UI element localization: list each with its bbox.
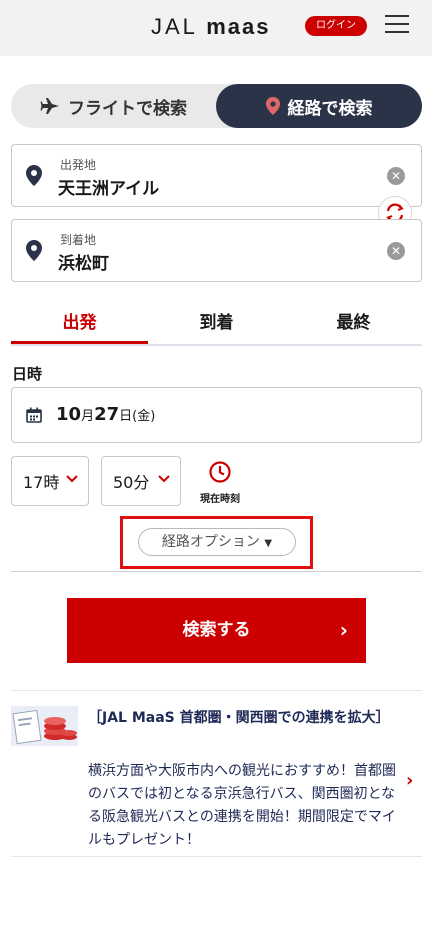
search-mode-toggle: フライトで検索 経路で検索 — [11, 84, 422, 128]
clear-destination-icon[interactable]: ✕ — [387, 242, 405, 260]
date-month-unit: 月 — [81, 409, 95, 424]
tab-arrival[interactable]: 到着 — [148, 304, 285, 344]
chevron-down-icon: ▼ — [264, 538, 273, 549]
tab-last-train[interactable]: 最終 — [285, 304, 422, 344]
hour-select[interactable]: 17時 — [11, 456, 89, 506]
location-pin-icon — [26, 165, 42, 186]
route-search-tab[interactable]: 経路で検索 — [216, 84, 422, 128]
origin-field[interactable]: 出発地 天王洲アイル ✕ — [11, 144, 422, 207]
divider — [11, 690, 422, 691]
chevron-right-icon[interactable]: › — [406, 770, 413, 791]
destination-field[interactable]: 到着地 浜松町 ✕ — [11, 219, 422, 282]
chevron-down-icon — [66, 475, 78, 483]
current-time-button[interactable]: 現在時刻 — [196, 460, 244, 505]
news-thumbnail-icon — [11, 706, 78, 746]
calendar-icon — [26, 407, 42, 423]
airplane-icon — [40, 98, 59, 114]
date-month: 10 — [56, 404, 82, 425]
logo-jal: JAL — [151, 14, 198, 39]
flight-search-tab[interactable]: フライトで検索 — [11, 84, 216, 128]
origin-label: 出発地 — [60, 158, 97, 172]
jal-maas-logo[interactable]: JAL maas — [151, 14, 271, 40]
origin-value: 天王洲アイル — [58, 179, 160, 199]
hour-value: 17時 — [23, 473, 60, 492]
datetime-label: 日時 — [12, 365, 43, 383]
route-options-button[interactable]: 経路オプション ▼ — [138, 528, 296, 556]
location-pin-icon — [26, 240, 42, 261]
divider — [11, 856, 422, 857]
news-thumbnail[interactable] — [11, 706, 78, 746]
app-header: JAL maas ログイン — [0, 0, 432, 56]
search-button-label: 検索する — [182, 620, 251, 640]
location-pin-icon — [265, 97, 280, 115]
clock-icon — [209, 461, 231, 483]
date-day: 27 — [94, 404, 120, 425]
date-value: 10月27日(金) — [56, 404, 155, 425]
minute-value: 50分 — [113, 473, 150, 492]
login-button[interactable]: ログイン — [305, 16, 367, 36]
search-button[interactable]: 検索する › — [67, 598, 366, 663]
chevron-right-icon: › — [339, 618, 348, 642]
date-picker[interactable]: 10月27日(金) — [11, 387, 422, 443]
date-weekday: (金) — [132, 409, 156, 424]
news-title[interactable]: ［JAL MaaS 首都圏・関西圏での連携を拡大］ — [88, 708, 398, 729]
current-time-label: 現在時刻 — [200, 494, 240, 505]
flight-search-label: フライトで検索 — [68, 98, 187, 119]
destination-label: 到着地 — [60, 233, 97, 247]
hamburger-menu-icon[interactable] — [385, 15, 409, 35]
time-type-tabs: 出発 到着 最終 — [11, 304, 422, 346]
logo-maas: maas — [206, 14, 271, 39]
clear-origin-icon[interactable]: ✕ — [387, 167, 405, 185]
route-search-label: 経路で検索 — [287, 98, 373, 119]
tab-departure[interactable]: 出発 — [11, 304, 148, 344]
minute-select[interactable]: 50分 — [101, 456, 181, 506]
chevron-down-icon — [158, 475, 170, 483]
divider — [11, 571, 422, 572]
news-body[interactable]: 横浜方面や大阪市内への観光におすすめ！首都圏のバスでは初となる京浜急行バス、関西… — [88, 760, 403, 852]
destination-value: 浜松町 — [58, 254, 109, 274]
date-day-unit: 日 — [119, 409, 133, 424]
route-options-label: 経路オプション — [161, 534, 260, 550]
